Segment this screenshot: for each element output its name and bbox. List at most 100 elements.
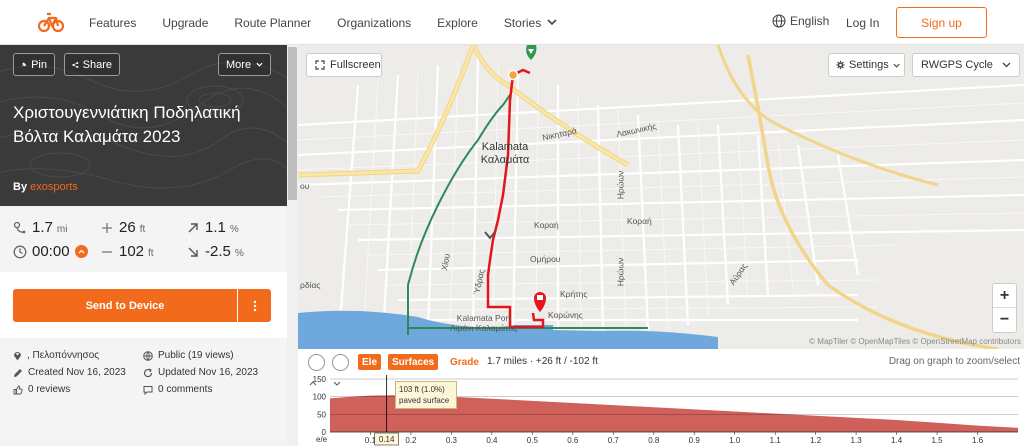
x-tick-label: 0.4	[486, 436, 498, 445]
share-icon	[72, 61, 79, 68]
scrollbar-thumb[interactable]	[288, 47, 297, 200]
drag-hint: Drag on graph to zoom/select	[888, 356, 1020, 367]
route-map[interactable]: Kalamata Καλαμάτα Νικηταρά Λακωνικής Κορα…	[298, 45, 1024, 349]
grade-down-unit: %	[234, 248, 244, 259]
send-options-button[interactable]	[238, 289, 271, 322]
x-tick-label: 0.8	[648, 436, 660, 445]
x-tick-label: 0.6	[567, 436, 579, 445]
visibility-text: Public (19 views)	[158, 350, 234, 361]
map-style-value: RWGPS Cycle	[921, 59, 993, 71]
meta-comments[interactable]: 0 comments	[143, 384, 212, 395]
stat-elev-gain: 26 ft	[100, 219, 145, 236]
language-selector[interactable]: English	[772, 14, 829, 28]
time-chevron-icon[interactable]	[74, 245, 88, 258]
map-city-label: Kalamata Καλαμάτα	[480, 141, 530, 166]
x-tick-label: 1.4	[891, 436, 903, 445]
expand-down-button[interactable]	[332, 354, 349, 386]
tab-grade[interactable]: Grade	[450, 357, 479, 368]
location-pin-icon	[14, 352, 21, 361]
globe-icon	[772, 14, 786, 28]
map-settings-button[interactable]: Settings	[828, 53, 905, 77]
sidebar-scrollbar[interactable]	[287, 45, 298, 446]
route-title: Χριστουγεννιάτικη Ποδηλατική Βόλτα Καλαμ…	[13, 103, 241, 146]
stat-elev-loss: 102 ft	[100, 243, 154, 260]
route-byline: By exosports	[13, 181, 78, 193]
globe-icon	[143, 350, 153, 361]
signup-button[interactable]: Sign up	[896, 7, 987, 38]
more-button[interactable]: More	[218, 53, 271, 76]
updated-text: Updated Nov 16, 2023	[158, 367, 259, 378]
share-button[interactable]: Share	[64, 53, 120, 76]
created-text: Created Nov 16, 2023	[28, 367, 126, 378]
settings-label: Settings	[849, 59, 889, 71]
y-tick-label: 50	[317, 410, 326, 419]
map-attribution[interactable]: © MapTiler © OpenMapTiles © OpenStreetMa…	[809, 337, 1021, 346]
gear-icon	[836, 60, 845, 70]
chevron-down-icon	[1002, 62, 1011, 68]
clock-icon	[13, 245, 27, 258]
map-label-edge-ou: ου	[300, 181, 310, 191]
nav-stories-label: Stories	[503, 15, 542, 30]
map-canvas[interactable]	[298, 45, 1024, 349]
map-label-korai2: Κοραή	[627, 216, 652, 226]
nav-features[interactable]: Features	[89, 16, 136, 30]
y-tick-label: 100	[313, 393, 327, 402]
stat-time: 00:00	[13, 243, 88, 260]
elev-loss-value: 102	[119, 243, 145, 260]
nav-explore[interactable]: Explore	[437, 16, 478, 30]
tab-surfaces[interactable]: Surfaces	[388, 354, 439, 370]
meta-location: , Πελοπόννησος	[13, 350, 99, 361]
elev-gain-unit: ft	[139, 224, 146, 235]
nav-links: Features Upgrade Route Planner Organizat…	[89, 0, 583, 45]
grade-down-value: -2.5	[205, 243, 231, 260]
meta-reviews[interactable]: 0 reviews	[13, 384, 70, 395]
zoom-out-button[interactable]: −	[993, 308, 1016, 332]
pin-icon	[22, 62, 27, 67]
cursor-value: 0.14	[379, 435, 395, 444]
author-link[interactable]: exosports	[30, 181, 78, 193]
pin-button[interactable]: Pin	[13, 53, 55, 76]
route-sidebar: Pin Share More Χριστουγεννιάτικη Ποδηλατ…	[0, 45, 287, 446]
grade-up-unit: %	[229, 224, 239, 235]
tab-elevation[interactable]: Ele	[358, 354, 382, 370]
thumbs-up-icon	[13, 385, 23, 394]
x-tick-label: 1.0	[729, 436, 741, 445]
grade-up-value: 1.1	[205, 219, 226, 236]
map-style-select[interactable]: RWGPS Cycle	[912, 53, 1020, 77]
minus-icon	[102, 250, 112, 253]
nav-stories[interactable]: Stories	[504, 16, 557, 30]
map-label-port: Kalamata Port Λιμάνι Καλαμάτας	[450, 313, 518, 333]
nav-route-planner[interactable]: Route Planner	[234, 16, 311, 30]
reviews-text: 0 reviews	[28, 384, 71, 395]
x-tick-label: 0.3	[446, 436, 458, 445]
collapse-up-button[interactable]	[308, 354, 325, 386]
map-label-kritis: Κρήτης	[560, 289, 588, 299]
fullscreen-label: Fullscreen	[330, 59, 381, 71]
by-label: By	[13, 181, 28, 193]
x-tick-label: 1.5	[931, 436, 943, 445]
send-to-device-button[interactable]: Send to Device	[13, 289, 237, 322]
x-tick-label: 1.6	[972, 436, 984, 445]
tooltip-elevation: 103 ft (1.0%)	[399, 385, 445, 394]
zoom-in-button[interactable]: +	[993, 284, 1016, 308]
route-meta: , Πελοπόννησος Public (19 views) Created…	[0, 338, 287, 418]
bike-logo-icon[interactable]	[38, 10, 64, 34]
chevron-down-icon	[893, 63, 900, 68]
elevation-panel: Ele Surfaces Grade 1.7 miles · +26 ft / …	[298, 349, 1024, 446]
chevron-down-icon	[547, 19, 557, 26]
nav-upgrade[interactable]: Upgrade	[162, 16, 208, 30]
x-tick-label: 0.2	[405, 436, 417, 445]
fullscreen-button[interactable]: Fullscreen	[306, 53, 382, 77]
fullscreen-icon	[315, 60, 325, 70]
time-value: 00:00	[32, 243, 70, 260]
login-link[interactable]: Log In	[846, 16, 879, 30]
distance-unit: mi	[56, 224, 68, 235]
map-label-omirou: Ομήρου	[530, 254, 561, 264]
send-section: Send to Device	[0, 272, 287, 338]
pin-label: Pin	[31, 58, 47, 71]
elev-loss-unit: ft	[148, 248, 154, 259]
map-label-hroon2: Ηρώων	[615, 257, 626, 287]
nav-organizations[interactable]: Organizations	[337, 16, 411, 30]
x-tick-label: 0.5	[527, 436, 539, 445]
map-label-hroon: Ηρώων	[615, 170, 626, 200]
